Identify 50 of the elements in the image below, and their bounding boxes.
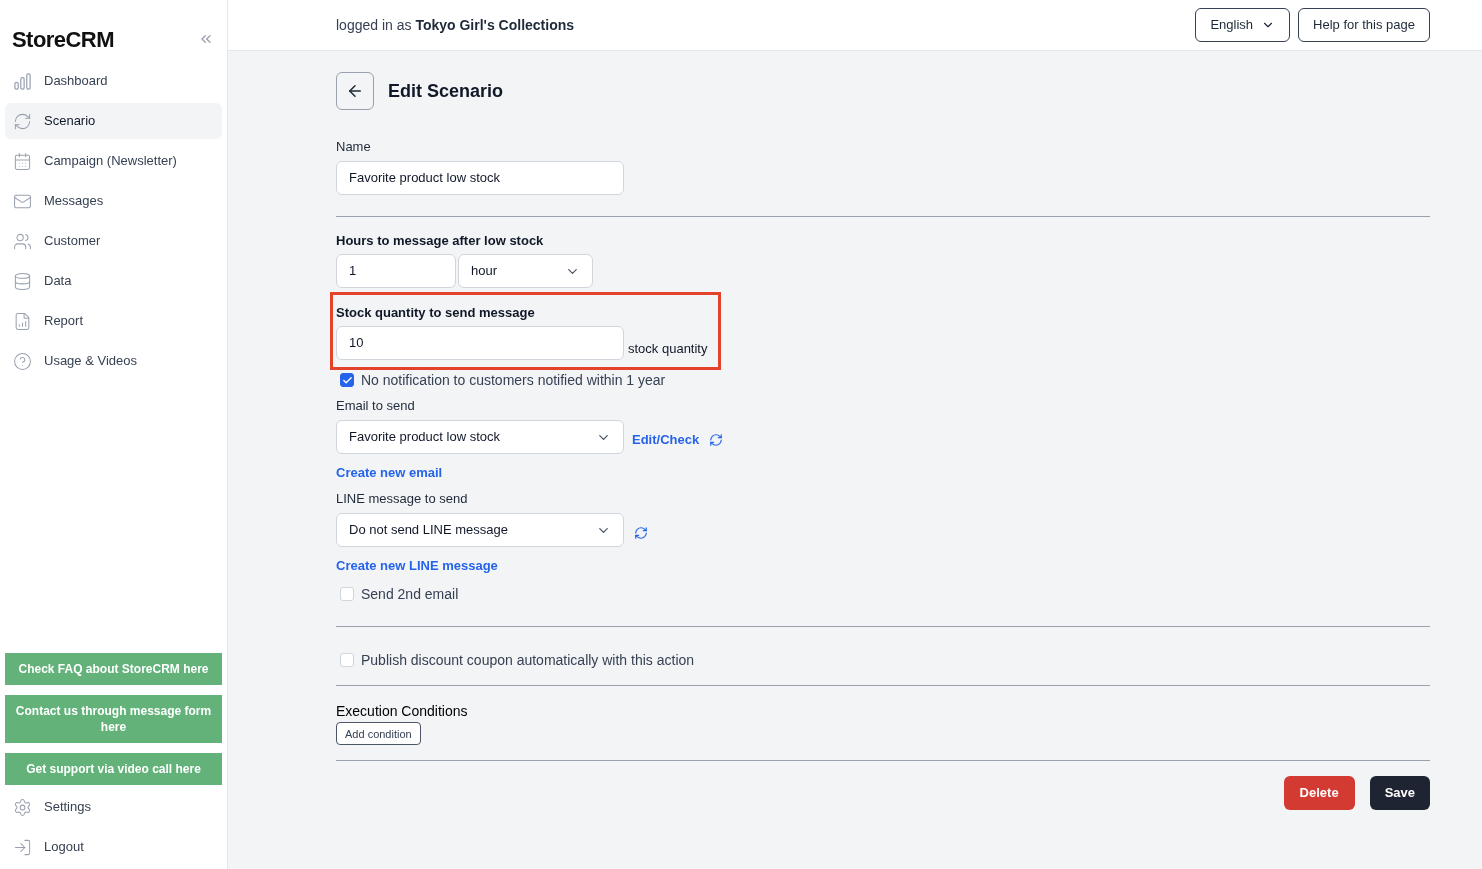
- refresh-icon: [13, 111, 32, 131]
- save-button[interactable]: Save: [1369, 776, 1430, 810]
- hours-input[interactable]: 1: [336, 254, 456, 288]
- checkbox-label: No notification to customers notified within 1 year: [361, 372, 666, 388]
- help-icon: [13, 351, 32, 371]
- database-icon: [13, 271, 32, 291]
- email-dropdown[interactable]: Favorite product low stock: [336, 420, 624, 454]
- create-email-link[interactable]: Create new email: [336, 465, 443, 481]
- delete-button[interactable]: Delete: [1283, 776, 1355, 810]
- checkbox-label: Send 2nd email: [361, 586, 459, 602]
- refresh-icon[interactable]: [709, 433, 724, 447]
- unit-dropdown[interactable]: hour: [458, 254, 593, 288]
- checkbox[interactable]: [340, 373, 354, 387]
- logout-icon: [13, 837, 32, 857]
- field-label: LINE message to send: [336, 491, 469, 507]
- section-title: Execution Conditions: [336, 703, 469, 719]
- nav-item[interactable]: Customer: [5, 223, 222, 259]
- name-input[interactable]: Favorite product low stock: [336, 161, 624, 195]
- create-line-link[interactable]: Create new LINE message: [336, 558, 498, 574]
- bar-chart-icon: [13, 71, 32, 91]
- nav-item[interactable]: Settings: [5, 787, 222, 827]
- field-label: Stock quantity to send message: [336, 305, 536, 321]
- line-dropdown[interactable]: Do not send LINE message: [336, 513, 624, 547]
- help-button[interactable]: Help for this page: [1298, 8, 1430, 42]
- page-title: Edit Scenario: [388, 83, 504, 99]
- stock-input[interactable]: 10: [336, 326, 624, 360]
- nav-item[interactable]: Usage & Videos: [5, 343, 222, 379]
- users-icon: [13, 231, 32, 251]
- nav-item[interactable]: Data: [5, 263, 222, 299]
- refresh-icon[interactable]: [634, 526, 648, 540]
- add-condition-button[interactable]: Add condition: [336, 722, 421, 745]
- login-status: logged in as Tokyo Girl's Collections: [336, 15, 575, 35]
- field-label: Hours to message after low stock: [336, 233, 545, 249]
- nav-item[interactable]: Campaign (Newsletter): [5, 143, 222, 179]
- language-dropdown[interactable]: English: [1195, 8, 1291, 42]
- settings-icon: [13, 797, 32, 817]
- nav-item[interactable]: Scenario: [5, 103, 222, 139]
- unit-label: stock quantity: [628, 341, 708, 357]
- checkbox-label: Publish discount coupon automatically with this action: [361, 652, 695, 668]
- calendar-icon: [13, 151, 32, 171]
- edit-check-link[interactable]: Edit/Check: [632, 432, 700, 448]
- nav-item[interactable]: Dashboard: [5, 63, 222, 99]
- logo: StoreCRM: [12, 25, 114, 54]
- nav-item[interactable]: Messages: [5, 183, 222, 219]
- back-button[interactable]: [336, 72, 374, 110]
- field-label: Name: [336, 139, 372, 155]
- nav-item[interactable]: Logout: [5, 827, 222, 867]
- document-chart-icon: [13, 311, 32, 331]
- nav-item[interactable]: Report: [5, 303, 222, 339]
- field-label: Email to send: [336, 398, 416, 414]
